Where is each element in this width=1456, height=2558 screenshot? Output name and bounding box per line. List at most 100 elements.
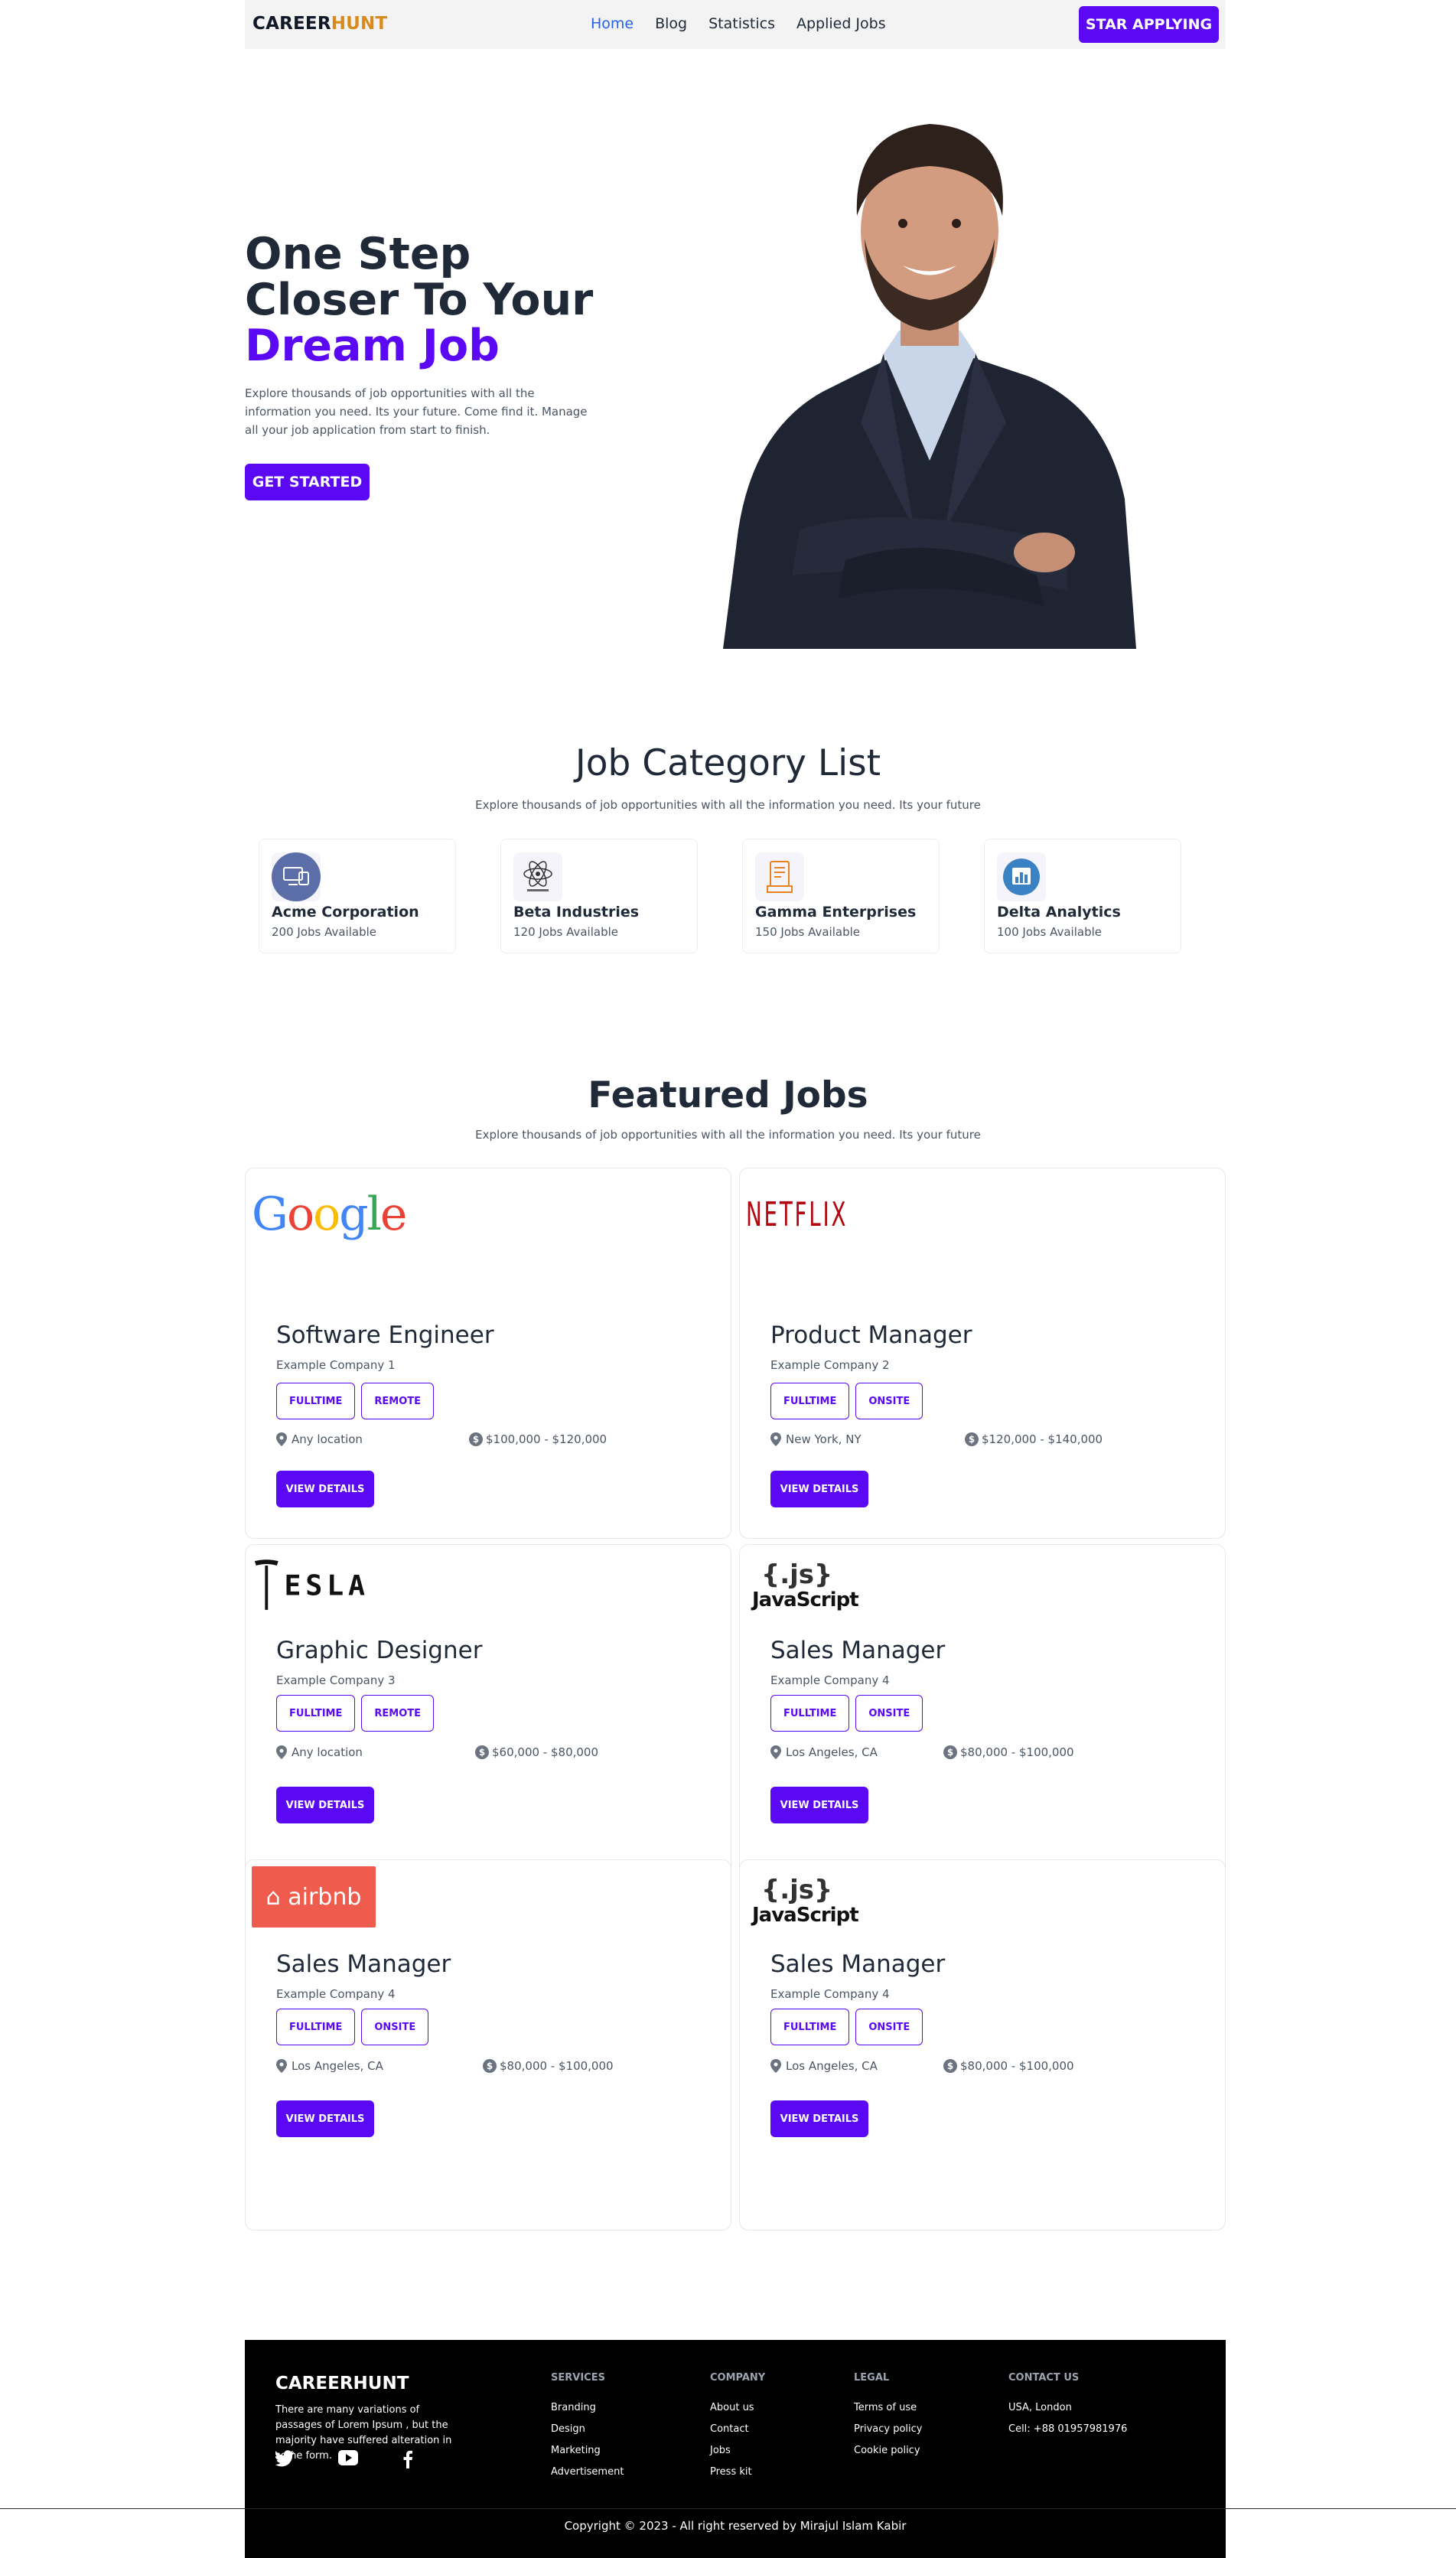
job-location: Los Angeles, CA — [276, 2059, 383, 2073]
footer-col-services: SERVICES Branding Design Marketing Adver… — [551, 2372, 624, 2483]
job-type-tag: FULLTIME — [276, 1695, 356, 1732]
job-company: Example Company 2 — [770, 1358, 890, 1372]
nav-link-home[interactable]: Home — [591, 15, 634, 32]
footer-link[interactable]: Contact — [710, 2419, 765, 2440]
footer-link[interactable]: Terms of use — [854, 2397, 922, 2419]
footer-col-legal: LEGAL Terms of use Privacy policy Cookie… — [854, 2372, 922, 2462]
footer-contact-address: USA, London — [1008, 2402, 1072, 2413]
job-title: Sales Manager — [770, 1637, 946, 1664]
chart-icon — [997, 852, 1046, 901]
category-name: Beta Industries — [513, 904, 640, 921]
footer-col-company: COMPANY About us Contact Jobs Press kit — [710, 2372, 765, 2483]
facebook-icon[interactable] — [402, 2450, 413, 2468]
category-count: 150 Jobs Available — [755, 925, 860, 939]
logo-part1: CAREER — [252, 14, 331, 34]
category-count: 200 Jobs Available — [272, 925, 376, 939]
job-location-text: Los Angeles, CA — [786, 1745, 878, 1759]
job-title: Software Engineer — [276, 1321, 494, 1349]
site-logo[interactable]: CAREERHUNT — [252, 14, 387, 34]
footer-link[interactable]: Jobs — [710, 2440, 765, 2462]
footer-link[interactable]: About us — [710, 2397, 765, 2419]
javascript-logo: {.js} JavaScript — [752, 1559, 859, 1611]
get-started-button[interactable]: GET STARTED — [245, 464, 370, 500]
footer-link[interactable]: Press kit — [710, 2462, 765, 2483]
footer-link[interactable]: Cookie policy — [854, 2440, 922, 2462]
dollar-icon: $ — [469, 1432, 483, 1446]
view-details-button[interactable]: VIEW DETAILS — [770, 1471, 868, 1507]
job-location: Los Angeles, CA — [770, 2059, 878, 2073]
job-salary: $ $100,000 - $120,000 — [469, 1432, 607, 1446]
job-salary: $ $60,000 - $80,000 — [475, 1745, 598, 1759]
job-title: Product Manager — [770, 1321, 972, 1349]
atom-icon — [513, 852, 562, 901]
job-salary: $ $80,000 - $100,000 — [943, 2059, 1074, 2073]
job-mode-tag: REMOTE — [361, 1383, 435, 1419]
job-location-text: Los Angeles, CA — [292, 2059, 383, 2073]
footer-link[interactable]: Advertisement — [551, 2462, 624, 2483]
footer-copyright: Copyright © 2023 - All right reserved by… — [564, 2519, 907, 2533]
footer-link[interactable]: Branding — [551, 2397, 624, 2419]
featured-section-title: Featured Jobs — [588, 1074, 868, 1116]
category-name: Acme Corporation — [272, 904, 419, 921]
job-tags: FULLTIME ONSITE — [276, 2009, 429, 2045]
view-details-button[interactable]: VIEW DETAILS — [276, 2100, 374, 2137]
nav-link-applied-jobs[interactable]: Applied Jobs — [796, 15, 886, 32]
job-mode-tag: ONSITE — [855, 1695, 923, 1732]
category-card-acme[interactable]: Acme Corporation 200 Jobs Available — [259, 839, 456, 953]
job-tags: FULLTIME REMOTE — [276, 1383, 435, 1419]
footer-contact-phone: Cell: +88 01957981976 — [1008, 2423, 1128, 2435]
category-section-title: Job Category List — [575, 742, 881, 784]
job-salary-text: $80,000 - $100,000 — [960, 1745, 1074, 1759]
job-mode-tag: ONSITE — [855, 2009, 923, 2045]
job-company: Example Company 4 — [770, 1673, 890, 1687]
navbar: CAREERHUNT Home Blog Statistics Applied … — [245, 0, 1226, 49]
category-card-delta[interactable]: Delta Analytics 100 Jobs Available — [984, 839, 1181, 953]
footer-link[interactable]: Privacy policy — [854, 2419, 922, 2440]
job-mode-tag: ONSITE — [361, 2009, 429, 2045]
location-pin-icon — [276, 1432, 287, 1446]
job-salary-text: $80,000 - $100,000 — [500, 2059, 614, 2073]
job-salary-text: $60,000 - $80,000 — [492, 1745, 599, 1759]
job-title: Sales Manager — [770, 1950, 946, 1978]
hero-title-accent: Dream Job — [245, 321, 500, 371]
nav-link-statistics[interactable]: Statistics — [708, 15, 775, 32]
dollar-icon: $ — [965, 1432, 979, 1446]
footer-bottom-bar — [245, 2509, 1226, 2558]
category-card-gamma[interactable]: Gamma Enterprises 150 Jobs Available — [742, 839, 940, 953]
view-details-button[interactable]: VIEW DETAILS — [276, 1471, 374, 1507]
job-tags: FULLTIME REMOTE — [276, 1695, 435, 1732]
job-company: Example Company 4 — [276, 1987, 396, 2001]
job-location: Any location — [276, 1745, 363, 1759]
job-location-text: Any location — [292, 1745, 363, 1759]
job-salary: $ $80,000 - $100,000 — [943, 1745, 1074, 1759]
location-pin-icon — [276, 1745, 287, 1759]
job-mode-tag: ONSITE — [855, 1383, 923, 1419]
job-title: Sales Manager — [276, 1950, 451, 1978]
start-applying-button[interactable]: STAR APPLYING — [1079, 6, 1219, 43]
job-location: Any location — [276, 1432, 363, 1446]
view-details-button[interactable]: VIEW DETAILS — [770, 1787, 868, 1823]
location-pin-icon — [276, 2059, 287, 2073]
youtube-icon[interactable] — [338, 2450, 358, 2465]
job-type-tag: FULLTIME — [770, 1695, 850, 1732]
logo-part2: HUNT — [331, 14, 388, 34]
hero-person-photo — [723, 124, 1136, 649]
tesla-logo: ESLA — [252, 1548, 377, 1624]
twitter-icon[interactable] — [275, 2450, 294, 2467]
nav-links: Home Blog Statistics Applied Jobs — [591, 15, 886, 32]
footer-link[interactable]: Marketing — [551, 2440, 624, 2462]
document-icon — [755, 852, 804, 901]
category-card-beta[interactable]: Beta Industries 120 Jobs Available — [500, 839, 698, 953]
dollar-icon: $ — [943, 1745, 957, 1759]
footer-link[interactable]: Design — [551, 2419, 624, 2440]
category-name: Delta Analytics — [997, 904, 1121, 921]
job-salary: $ $80,000 - $100,000 — [483, 2059, 614, 2073]
hero-title-line1: One Step — [245, 229, 471, 279]
view-details-button[interactable]: VIEW DETAILS — [770, 2100, 868, 2137]
job-type-tag: FULLTIME — [276, 2009, 356, 2045]
nav-link-blog[interactable]: Blog — [655, 15, 687, 32]
job-type-tag: FULLTIME — [770, 2009, 850, 2045]
footer-social — [275, 2450, 413, 2468]
job-tags: FULLTIME ONSITE — [770, 1383, 923, 1419]
view-details-button[interactable]: VIEW DETAILS — [276, 1787, 374, 1823]
